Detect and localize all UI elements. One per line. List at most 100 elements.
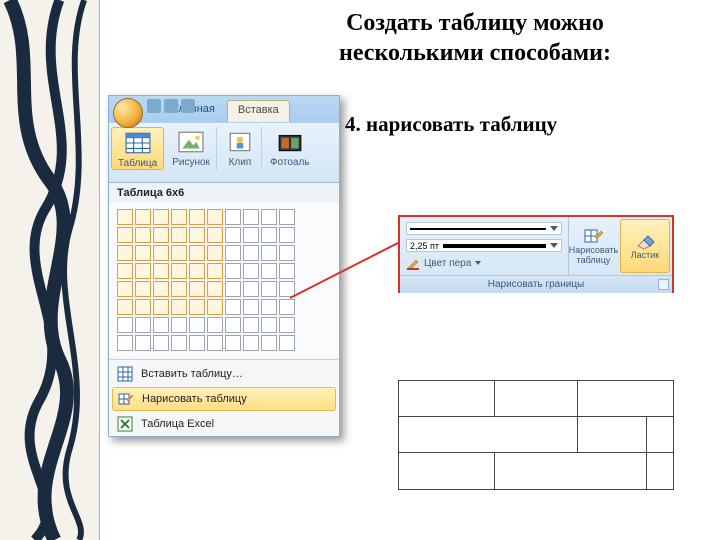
grid-cell[interactable]: [153, 245, 169, 261]
grid-cell[interactable]: [153, 281, 169, 297]
ribbon-btn-photo[interactable]: Фотоаль: [264, 127, 316, 170]
grid-cell[interactable]: [279, 209, 295, 225]
grid-cell[interactable]: [135, 299, 151, 315]
grid-cell[interactable]: [117, 245, 133, 261]
grid-cell[interactable]: [189, 299, 205, 315]
grid-cell[interactable]: [207, 209, 223, 225]
grid-cell[interactable]: [243, 317, 259, 333]
grid-cell[interactable]: [207, 263, 223, 279]
grid-cell[interactable]: [207, 335, 223, 351]
grid-cell[interactable]: [243, 245, 259, 261]
qat-item[interactable]: [164, 99, 178, 113]
grid-cell[interactable]: [225, 335, 241, 351]
quick-access-toolbar[interactable]: [147, 99, 195, 113]
grid-cell[interactable]: [117, 263, 133, 279]
grid-cell[interactable]: [243, 335, 259, 351]
grid-cell[interactable]: [207, 245, 223, 261]
grid-cell[interactable]: [243, 227, 259, 243]
grid-cell[interactable]: [279, 335, 295, 351]
grid-cell[interactable]: [171, 263, 187, 279]
grid-cell[interactable]: [225, 281, 241, 297]
grid-cell[interactable]: [153, 227, 169, 243]
grid-cell[interactable]: [117, 317, 133, 333]
grid-cell[interactable]: [243, 281, 259, 297]
grid-cell[interactable]: [117, 227, 133, 243]
grid-cell[interactable]: [117, 209, 133, 225]
grid-cell[interactable]: [189, 227, 205, 243]
grid-cell[interactable]: [225, 209, 241, 225]
grid-cell[interactable]: [135, 209, 151, 225]
menu-draw-table[interactable]: Нарисовать таблицу: [112, 387, 336, 411]
grid-cell[interactable]: [171, 299, 187, 315]
grid-cell[interactable]: [207, 281, 223, 297]
grid-cell[interactable]: [207, 317, 223, 333]
grid-cell[interactable]: [225, 227, 241, 243]
grid-cell[interactable]: [189, 317, 205, 333]
grid-cell[interactable]: [153, 299, 169, 315]
grid-cell[interactable]: [171, 245, 187, 261]
eraser-button[interactable]: Ластик: [620, 219, 670, 273]
grid-cell[interactable]: [189, 263, 205, 279]
menu-insert-table[interactable]: Вставить таблицу…: [109, 362, 339, 386]
tab-insert[interactable]: Вставка: [227, 100, 290, 122]
grid-cell[interactable]: [243, 263, 259, 279]
ribbon-btn-table[interactable]: Таблица: [111, 127, 164, 170]
grid-cell[interactable]: [261, 281, 277, 297]
insert-table-grid[interactable]: [117, 209, 331, 351]
grid-cell[interactable]: [189, 281, 205, 297]
grid-cell[interactable]: [207, 299, 223, 315]
grid-cell[interactable]: [261, 335, 277, 351]
qat-item[interactable]: [147, 99, 161, 113]
grid-cell[interactable]: [279, 227, 295, 243]
grid-cell[interactable]: [189, 209, 205, 225]
grid-cell[interactable]: [261, 227, 277, 243]
grid-cell[interactable]: [261, 263, 277, 279]
grid-cell[interactable]: [261, 299, 277, 315]
line-weight-selector[interactable]: 2,25 пт: [406, 239, 562, 252]
grid-cell[interactable]: [225, 317, 241, 333]
office-button[interactable]: [113, 98, 143, 128]
grid-cell[interactable]: [261, 317, 277, 333]
grid-cell[interactable]: [135, 227, 151, 243]
grid-cell[interactable]: [171, 281, 187, 297]
grid-cell[interactable]: [153, 263, 169, 279]
grid-cell[interactable]: [243, 299, 259, 315]
grid-cell[interactable]: [279, 245, 295, 261]
grid-cell[interactable]: [171, 227, 187, 243]
line-style-selector[interactable]: [406, 222, 562, 235]
grid-cell[interactable]: [117, 335, 133, 351]
grid-cell[interactable]: [279, 263, 295, 279]
grid-cell[interactable]: [261, 245, 277, 261]
word-ribbon-screenshot: Главная Вставка Таблица Рисунок Клип Фо: [108, 95, 340, 437]
grid-cell[interactable]: [135, 245, 151, 261]
grid-cell[interactable]: [171, 317, 187, 333]
grid-cell[interactable]: [225, 263, 241, 279]
grid-cell[interactable]: [261, 209, 277, 225]
grid-cell[interactable]: [207, 227, 223, 243]
grid-cell[interactable]: [135, 263, 151, 279]
grid-cell[interactable]: [225, 245, 241, 261]
grid-cell[interactable]: [279, 317, 295, 333]
grid-cell[interactable]: [279, 299, 295, 315]
grid-cell[interactable]: [171, 335, 187, 351]
grid-cell[interactable]: [135, 317, 151, 333]
grid-cell[interactable]: [243, 209, 259, 225]
menu-excel-table[interactable]: Таблица Excel: [109, 412, 339, 436]
grid-cell[interactable]: [153, 209, 169, 225]
grid-cell[interactable]: [189, 245, 205, 261]
qat-item[interactable]: [181, 99, 195, 113]
grid-cell[interactable]: [135, 281, 151, 297]
grid-cell[interactable]: [171, 209, 187, 225]
ribbon-btn-clip[interactable]: Клип: [219, 127, 262, 170]
grid-cell[interactable]: [225, 299, 241, 315]
dialog-launcher-icon[interactable]: [658, 279, 669, 290]
pen-color-selector[interactable]: Цвет пера: [406, 256, 562, 270]
grid-cell[interactable]: [153, 317, 169, 333]
grid-cell[interactable]: [189, 335, 205, 351]
grid-cell[interactable]: [117, 299, 133, 315]
draw-table-button[interactable]: Нарисовать таблицу: [568, 217, 618, 275]
grid-cell[interactable]: [135, 335, 151, 351]
grid-cell[interactable]: [153, 335, 169, 351]
ribbon-btn-picture[interactable]: Рисунок: [166, 127, 217, 170]
grid-cell[interactable]: [117, 281, 133, 297]
